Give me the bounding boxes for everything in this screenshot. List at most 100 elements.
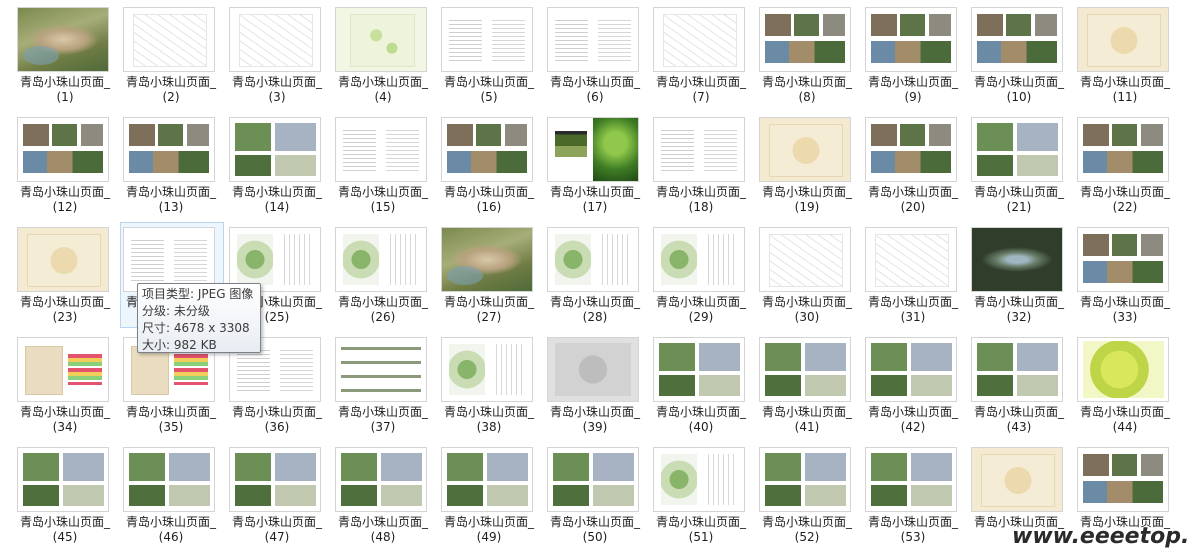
file-thumbnail-item[interactable]: 青岛小珠山页面_ (17) [544,112,648,218]
file-thumbnail-item[interactable]: 青岛小珠山页面_ (33) [1074,222,1178,328]
file-number-label: (28) [582,310,608,324]
file-name-label: 青岛小珠山页面_ [655,295,746,309]
file-number-label: (36) [264,420,290,434]
file-thumbnail-item[interactable]: 青岛小珠山页面_ (9) [862,2,966,108]
thumbnail-image [441,447,533,512]
file-thumbnail-item[interactable]: 青岛小珠山页面_ (27) [438,222,542,328]
file-thumbnail-item[interactable]: 青岛小珠山页面_ (8) [756,2,860,108]
file-number-label: (46) [158,530,184,544]
file-name-label: 青岛小珠山页面_ [973,295,1064,309]
file-number-label: (15) [370,200,396,214]
file-thumbnail-item[interactable]: 青岛小珠山页面_ (30) [756,222,860,328]
tooltip-dimensions: 尺寸: 4678 x 3308 [142,321,250,335]
thumbnail-image [17,227,109,292]
file-thumbnail-item[interactable]: 青岛小珠山页面_ (42) [862,332,966,438]
thumbnail-image [123,7,215,72]
file-number-label: (38) [476,420,502,434]
file-number-label: (45) [52,530,78,544]
thumbnail-image [1077,7,1169,72]
file-thumbnail-item[interactable]: 青岛小珠山页面_ (1) [14,2,118,108]
file-number-label: (10) [1006,90,1032,104]
file-thumbnail-item[interactable]: 青岛小珠山页面_ (32) [968,222,1072,328]
file-number-label: (29) [688,310,714,324]
thumbnail-grid: 青岛小珠山页面_ (1) 青岛小珠山页面_ (2) 青岛小珠山页面_ (3) 青岛小珠山页面… [0,0,1190,554]
file-number-label: (12) [52,200,78,214]
file-name-label: 青岛小珠山页面_ [19,515,110,529]
file-thumbnail-item[interactable]: 青岛小珠山页面_ (5) [438,2,542,108]
file-thumbnail-item[interactable]: 青岛小珠山页面_ (4) [332,2,436,108]
file-number-label: (33) [1112,310,1138,324]
file-name-label: 青岛小珠山页面_ [337,405,428,419]
file-thumbnail-item[interactable]: 青岛小珠山页面_ (14) [226,112,330,218]
thumbnail-image [547,7,639,72]
watermark: www.eeeetop.com [1012,524,1190,549]
file-thumbnail-item[interactable]: 青岛小珠山页面_ (29) [650,222,754,328]
file-thumbnail-item[interactable]: 青岛小珠山页面_ (6) [544,2,648,108]
file-thumbnail-item[interactable]: 青岛小珠山页面_ (38) [438,332,542,438]
file-name-label: 青岛小珠山页面_ [549,185,640,199]
file-thumbnail-item[interactable]: 青岛小珠山页面_ (37) [332,332,436,438]
file-name-label: 青岛小珠山页面_ [761,515,852,529]
file-number-label: (22) [1112,200,1138,214]
file-number-label: (27) [476,310,502,324]
file-thumbnail-item[interactable]: 青岛小珠山页面_ (53) [862,442,966,548]
thumbnail-image [653,337,745,402]
thumbnail-image [229,117,321,182]
file-thumbnail-item[interactable]: 青岛小珠山页面_ (7) [650,2,754,108]
file-thumbnail-item[interactable]: 青岛小珠山页面_ (22) [1074,112,1178,218]
file-name-label: 青岛小珠山页面_ [549,515,640,529]
file-number-label: (44) [1112,420,1138,434]
thumbnail-image [971,337,1063,402]
tooltip-type: 项目类型: JPEG 图像 [142,287,254,301]
thumbnail-image [653,117,745,182]
file-name-label: 青岛小珠山页面_ [549,75,640,89]
file-thumbnail-item[interactable]: 青岛小珠山页面_ (51) [650,442,754,548]
file-thumbnail-item[interactable]: 青岛小珠山页面_ (31) [862,222,966,328]
file-thumbnail-item[interactable]: 青岛小珠山页面_ (50) [544,442,648,548]
file-thumbnail-item[interactable]: 青岛小珠山页面_ (41) [756,332,860,438]
file-thumbnail-item[interactable]: 青岛小珠山页面_ (20) [862,112,966,218]
thumbnail-image [441,7,533,72]
file-thumbnail-item[interactable]: 青岛小珠山页面_ (23) [14,222,118,328]
file-thumbnail-item[interactable]: 青岛小珠山页面_ (28) [544,222,648,328]
thumbnail-image [335,337,427,402]
file-thumbnail-item[interactable]: 青岛小珠山页面_ (45) [14,442,118,548]
file-number-label: (11) [1112,90,1138,104]
file-number-label: (40) [688,420,714,434]
file-thumbnail-item[interactable]: 青岛小珠山页面_ (21) [968,112,1072,218]
file-thumbnail-item[interactable]: 青岛小珠山页面_ (26) [332,222,436,328]
file-thumbnail-item[interactable]: 青岛小珠山页面_ (15) [332,112,436,218]
file-thumbnail-item[interactable]: 青岛小珠山页面_ (18) [650,112,754,218]
file-thumbnail-item[interactable]: 青岛小珠山页面_ (34) [14,332,118,438]
file-thumbnail-item[interactable]: 青岛小珠山页面_ (19) [756,112,860,218]
file-thumbnail-item[interactable]: 青岛小珠山页面_ (3) [226,2,330,108]
file-thumbnail-item[interactable]: 青岛小珠山页面_ (2) [120,2,224,108]
file-thumbnail-item[interactable]: 青岛小珠山页面_ (47) [226,442,330,548]
file-thumbnail-item[interactable]: 青岛小珠山页面_ (10) [968,2,1072,108]
file-name-label: 青岛小珠山页面_ [973,185,1064,199]
file-thumbnail-item[interactable]: 青岛小珠山页面_ (16) [438,112,542,218]
file-number-label: (7) [692,90,710,104]
file-thumbnail-item[interactable]: 青岛小珠山页面_ (11) [1074,2,1178,108]
file-thumbnail-item[interactable]: 青岛小珠山页面_ (49) [438,442,542,548]
file-thumbnail-item[interactable]: 青岛小珠山页面_ (48) [332,442,436,548]
thumbnail-image [1077,117,1169,182]
file-number-label: (2) [162,90,180,104]
file-info-tooltip: 项目类型: JPEG 图像 分级: 未分级 尺寸: 4678 x 3308 大小… [137,283,261,353]
file-thumbnail-item[interactable]: 青岛小珠山页面_ (40) [650,332,754,438]
file-thumbnail-item[interactable]: 青岛小珠山页面_ (12) [14,112,118,218]
thumbnail-image [971,7,1063,72]
file-number-label: (51) [688,530,714,544]
file-name-label: 青岛小珠山页面_ [1079,185,1170,199]
file-name-label: 青岛小珠山页面_ [655,515,746,529]
file-thumbnail-item[interactable]: 青岛小珠山页面_ (13) [120,112,224,218]
thumbnail-image [759,227,851,292]
file-thumbnail-item[interactable]: 青岛小珠山页面_ (44) [1074,332,1178,438]
file-thumbnail-item[interactable]: 青岛小珠山页面_ (43) [968,332,1072,438]
file-name-label: 青岛小珠山页面_ [231,185,322,199]
file-thumbnail-item[interactable]: 青岛小珠山页面_ (39) [544,332,648,438]
thumbnail-image [1077,447,1169,512]
file-thumbnail-item[interactable]: 青岛小珠山页面_ (46) [120,442,224,548]
file-name-label: 青岛小珠山页面_ [761,295,852,309]
file-thumbnail-item[interactable]: 青岛小珠山页面_ (52) [756,442,860,548]
